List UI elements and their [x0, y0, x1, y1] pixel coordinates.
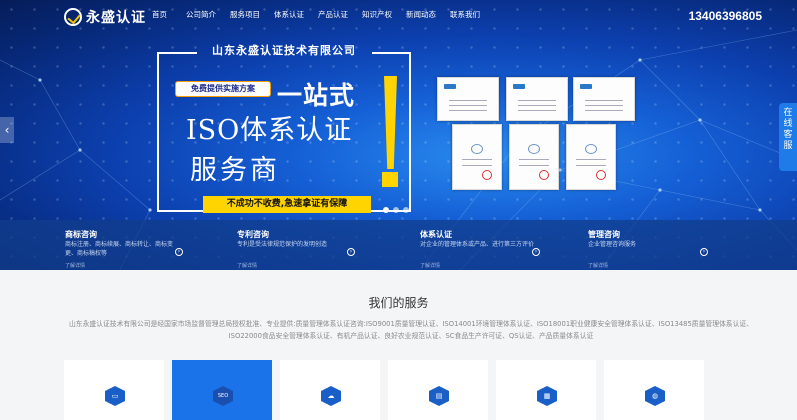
service-strip: 商标咨询 商标注册、商标续展、商标转让、商标变更、商标稿权等 了解详情 › 专利…: [0, 220, 797, 270]
globe-icon: ◍: [645, 386, 665, 406]
service-card[interactable]: ▦: [496, 360, 596, 420]
nav-contact[interactable]: 联系我们: [450, 9, 480, 20]
strip-card-management[interactable]: 管理咨询 企业管理咨询服务 了解详情 ›: [588, 220, 728, 270]
strip-card-trademark[interactable]: 商标咨询 商标注册、商标续展、商标转让、商标变更、商标稿权等 了解详情 ›: [65, 220, 237, 270]
certificate-image: [509, 124, 559, 190]
logo-icon: [64, 8, 82, 26]
chart-icon: ▦: [537, 386, 557, 406]
exclamation-dot: [382, 172, 398, 187]
nav-product-cert[interactable]: 产品认证: [318, 9, 348, 20]
nav-ip[interactable]: 知识产权: [362, 9, 392, 20]
headline-provider: 服务商: [190, 155, 280, 186]
strip-card-desc: 商标注册、商标续展、商标转让、商标变更、商标稿权等: [65, 241, 174, 257]
logo[interactable]: 永盛认证: [64, 7, 146, 27]
chevron-right-icon[interactable]: ›: [700, 248, 708, 256]
phone-number: 13406396805: [688, 9, 762, 23]
banner-company-name: 山东永盛认证技术有限公司: [212, 44, 356, 57]
nav-system-cert[interactable]: 体系认证: [274, 9, 304, 20]
frame-top-left: [157, 52, 197, 54]
service-cards: ▭ SEO ☁ ▤ ▦ ◍: [64, 360, 704, 420]
main-nav: 首页 公司简介 服务项目 体系认证 产品认证 知识产权 新闻动态 联系我们: [152, 9, 480, 20]
seo-icon: SEO: [213, 386, 233, 406]
strip-card-desc: 企业管理咨询服务: [588, 241, 637, 248]
service-card[interactable]: ▭: [64, 360, 164, 420]
strip-card-more[interactable]: 了解详情: [420, 262, 440, 269]
slogan-badge: 不成功不收费,急速拿证有保障: [203, 196, 371, 213]
service-card[interactable]: SEO: [172, 360, 272, 420]
chevron-right-icon[interactable]: ›: [347, 248, 355, 256]
services-description: 山东永盛认证技术有限公司是经国家市场监督管理总局授权批准、专业提供:质量管理体系…: [69, 320, 753, 340]
cloud-icon: ☁: [321, 386, 341, 406]
strip-card-title: 体系认证: [420, 230, 452, 239]
slider-pagination: [383, 207, 409, 213]
service-card[interactable]: ☁: [280, 360, 380, 420]
headline-iso: ISO体系认证: [186, 115, 353, 146]
strip-card-desc: 对企业的管理体系或产品、进行第三方评价: [420, 241, 535, 248]
frame-top-right: [372, 52, 411, 54]
certificate-image: [566, 124, 616, 190]
online-service-char: 线: [783, 119, 793, 129]
logo-text: 永盛认证: [86, 10, 146, 26]
service-card[interactable]: ▤: [388, 360, 488, 420]
slider-dot[interactable]: [383, 207, 389, 213]
slider-dot[interactable]: [403, 207, 409, 213]
book-icon: ▤: [429, 386, 449, 406]
strip-card-more[interactable]: 了解详情: [237, 262, 257, 269]
strip-card-system[interactable]: 体系认证 对企业的管理体系或产品、进行第三方评价 了解详情 ›: [420, 220, 588, 270]
online-service-button[interactable]: 在 线 客 服: [779, 103, 797, 171]
online-service-char: 服: [783, 141, 793, 151]
certificate-image: [506, 77, 568, 121]
nav-services[interactable]: 服务项目: [230, 9, 260, 20]
strip-card-more[interactable]: 了解详情: [588, 262, 608, 269]
strip-card-more[interactable]: 了解详情: [65, 262, 85, 269]
strip-card-patent[interactable]: 专利咨询 专利是受法律规范保护的发明创造 了解详情 ›: [237, 220, 420, 270]
certificate-image: [437, 77, 499, 121]
certificate-image: [452, 124, 502, 190]
services-title: 我们的服务: [368, 296, 429, 310]
hero-banner: 永盛认证 首页 公司简介 服务项目 体系认证 产品认证 知识产权 新闻动态 联系…: [0, 0, 797, 270]
strip-card-title: 商标咨询: [65, 230, 97, 239]
service-card[interactable]: ◍: [604, 360, 704, 420]
slider-dot[interactable]: [393, 207, 399, 213]
strip-card-title: 专利咨询: [237, 230, 269, 239]
online-service-char: 客: [783, 130, 793, 140]
top-header: 永盛认证 首页 公司简介 服务项目 体系认证 产品认证 知识产权 新闻动态 联系…: [0, 0, 797, 34]
free-plan-tag: 免费提供实施方案: [175, 81, 271, 97]
online-service-char: 在: [783, 108, 793, 118]
slider-prev-button[interactable]: ‹: [0, 117, 14, 143]
monitor-icon: ▭: [105, 386, 125, 406]
headline-one-stop: 一站式: [277, 81, 356, 110]
nav-news[interactable]: 新闻动态: [406, 9, 436, 20]
nav-home[interactable]: 首页: [152, 9, 167, 20]
strip-card-title: 管理咨询: [588, 230, 620, 239]
strip-card-desc: 专利是受法律规范保护的发明创造: [237, 241, 328, 248]
chevron-right-icon[interactable]: ›: [532, 248, 540, 256]
chevron-right-icon[interactable]: ›: [175, 248, 183, 256]
certificate-image: [573, 77, 635, 121]
nav-about[interactable]: 公司简介: [186, 9, 216, 20]
